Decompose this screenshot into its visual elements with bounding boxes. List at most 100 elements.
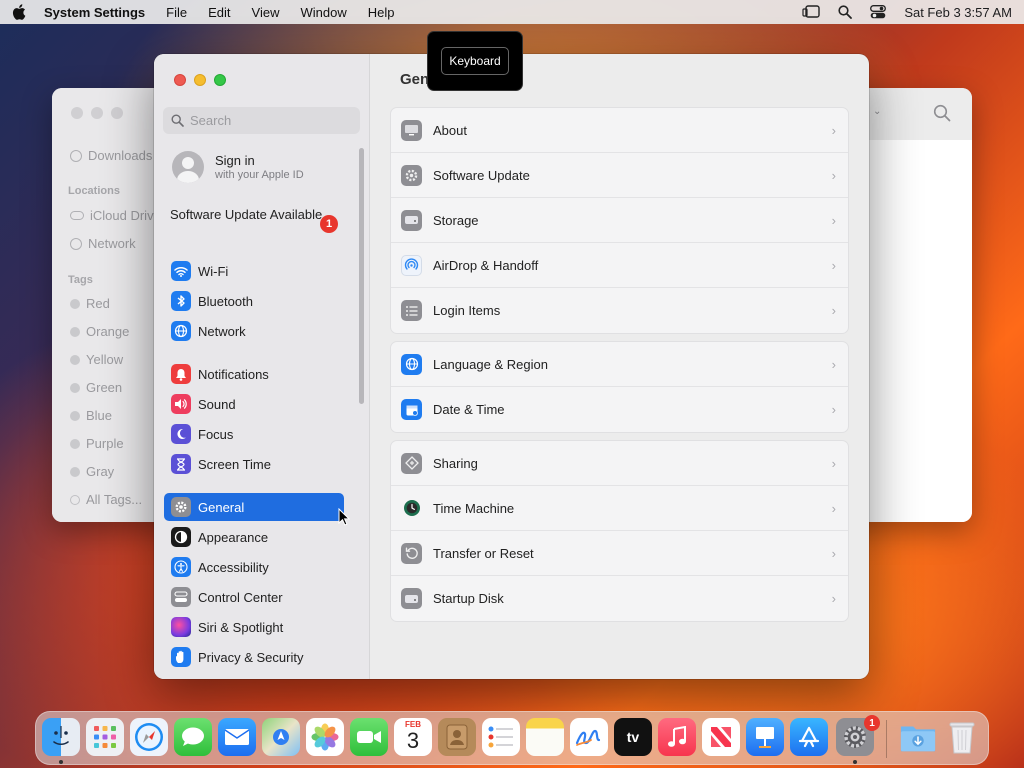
row-storage[interactable]: Storage › xyxy=(391,198,848,243)
trash-icon[interactable] xyxy=(943,718,981,756)
apple-tv-icon[interactable]: tv xyxy=(614,718,652,756)
tag-dot-icon xyxy=(70,438,80,449)
row-label: Sharing xyxy=(433,455,478,471)
mail-icon[interactable] xyxy=(218,718,256,756)
row-sharing[interactable]: Sharing › xyxy=(391,441,848,486)
row-language-region[interactable]: Language & Region › xyxy=(391,342,848,387)
menu-help[interactable]: Help xyxy=(368,5,395,20)
finder-sidebar-icloud[interactable]: iCloud Drive xyxy=(70,208,161,223)
tag-dot-icon xyxy=(70,382,80,393)
signin-subtitle: with your Apple ID xyxy=(215,169,304,181)
finder-tag-blue[interactable]: Blue xyxy=(70,408,112,423)
news-icon[interactable] xyxy=(702,718,740,756)
sidebar-item-privacy-security[interactable]: Privacy & Security xyxy=(164,643,344,671)
general-group-3: Sharing › Time Machine › Transfer or Res… xyxy=(390,440,849,622)
freeform-icon[interactable] xyxy=(570,718,608,756)
spotlight-search-icon[interactable] xyxy=(838,5,853,19)
safari-icon[interactable] xyxy=(130,718,168,756)
maps-icon[interactable] xyxy=(262,718,300,756)
app-store-icon[interactable] xyxy=(790,718,828,756)
row-transfer-reset[interactable]: Transfer or Reset › xyxy=(391,531,848,576)
settings-dock-badge: 1 xyxy=(864,715,880,731)
calendar-icon[interactable]: FEB 3 xyxy=(394,718,432,756)
photos-icon[interactable] xyxy=(306,718,344,756)
contacts-icon[interactable] xyxy=(438,718,476,756)
sidebar-item-sound[interactable]: Sound xyxy=(164,390,344,418)
finder-content xyxy=(869,140,972,522)
apple-logo-icon[interactable] xyxy=(12,4,26,20)
stage-manager-icon[interactable] xyxy=(802,5,821,19)
finder-tag-yellow[interactable]: Yellow xyxy=(70,352,123,367)
chevron-down-icon[interactable]: ⌄ xyxy=(873,106,881,117)
messages-icon[interactable] xyxy=(174,718,212,756)
control-center-icon[interactable] xyxy=(870,5,887,19)
facetime-icon[interactable] xyxy=(350,718,388,756)
apple-id-signin[interactable]: Sign in with your Apple ID xyxy=(172,151,304,183)
sidebar-item-label: Privacy & Security xyxy=(198,649,304,665)
finder-sidebar-downloads[interactable]: Downloads xyxy=(70,148,152,163)
sidebar-item-focus[interactable]: Focus xyxy=(164,420,344,448)
sidebar-item-wifi[interactable]: Wi-Fi xyxy=(164,257,344,285)
finder-close-button[interactable] xyxy=(71,107,83,119)
row-login-items[interactable]: Login Items › xyxy=(391,288,848,333)
tag-dot-icon xyxy=(70,466,80,477)
cloud-icon xyxy=(70,211,84,220)
appearance-icon xyxy=(171,527,191,547)
chevron-right-icon: › xyxy=(831,546,836,561)
finder-sidebar-network[interactable]: Network xyxy=(70,236,136,251)
menu-file[interactable]: File xyxy=(166,5,187,20)
sidebar-item-general[interactable]: General xyxy=(164,493,344,521)
keynote-icon[interactable] xyxy=(746,718,784,756)
close-button[interactable] xyxy=(174,74,186,86)
airdrop-icon xyxy=(401,254,422,276)
notes-icon[interactable] xyxy=(526,718,564,756)
row-airdrop-handoff[interactable]: AirDrop & Handoff › xyxy=(391,243,848,288)
menu-view[interactable]: View xyxy=(252,5,280,20)
row-time-machine[interactable]: Time Machine › xyxy=(391,486,848,531)
finder-icon[interactable] xyxy=(42,718,80,756)
search-icon[interactable] xyxy=(933,104,951,122)
siri-icon xyxy=(171,617,191,637)
sidebar-item-accessibility[interactable]: Accessibility xyxy=(164,553,344,581)
reminders-icon[interactable] xyxy=(482,718,520,756)
finder-tag-orange[interactable]: Orange xyxy=(70,324,129,339)
signin-title: Sign in xyxy=(215,153,255,168)
row-startup-disk[interactable]: Startup Disk › xyxy=(391,576,848,621)
software-update-available[interactable]: Software Update Available xyxy=(170,207,340,223)
downloads-folder-icon[interactable] xyxy=(899,718,937,756)
sidebar-scrollbar[interactable] xyxy=(359,148,364,404)
row-label: Transfer or Reset xyxy=(433,545,534,561)
finder-tag-green[interactable]: Green xyxy=(70,380,122,395)
tooltip-text: Keyboard xyxy=(441,47,509,75)
tag-dot-icon xyxy=(70,326,80,337)
finder-tag-gray[interactable]: Gray xyxy=(70,464,114,479)
row-about[interactable]: About › xyxy=(391,108,848,153)
launchpad-icon[interactable] xyxy=(86,718,124,756)
finder-zoom-button[interactable] xyxy=(111,107,123,119)
finder-minimize-button[interactable] xyxy=(91,107,103,119)
minimize-button[interactable] xyxy=(194,74,206,86)
sidebar-item-control-center[interactable]: Control Center xyxy=(164,583,344,611)
sidebar-item-appearance[interactable]: Appearance xyxy=(164,523,344,551)
menu-edit[interactable]: Edit xyxy=(208,5,230,20)
sidebar-item-label: Notifications xyxy=(198,366,269,382)
sidebar-item-network[interactable]: Network xyxy=(164,317,344,345)
search-field[interactable]: Search xyxy=(163,107,360,134)
row-date-time[interactable]: Date & Time › xyxy=(391,387,848,432)
finder-tag-all[interactable]: All Tags... xyxy=(70,492,142,507)
menu-app-name[interactable]: System Settings xyxy=(44,5,145,20)
menu-window[interactable]: Window xyxy=(300,5,346,20)
zoom-button[interactable] xyxy=(214,74,226,86)
music-icon[interactable] xyxy=(658,718,696,756)
finder-tag-red[interactable]: Red xyxy=(70,296,110,311)
sidebar-item-screen-time[interactable]: Screen Time xyxy=(164,450,344,478)
sidebar-item-notifications[interactable]: Notifications xyxy=(164,360,344,388)
globe-icon xyxy=(401,353,422,375)
row-software-update[interactable]: Software Update › xyxy=(391,153,848,198)
sidebar-item-bluetooth[interactable]: Bluetooth xyxy=(164,287,344,315)
finder-tag-label: Green xyxy=(86,380,123,395)
finder-tag-purple[interactable]: Purple xyxy=(70,436,124,451)
sidebar-item-siri-spotlight[interactable]: Siri & Spotlight xyxy=(164,613,344,641)
menu-clock[interactable]: Sat Feb 3 3:57 AM xyxy=(904,5,1012,20)
settings-sidebar: Search Sign in with your Apple ID Softwa… xyxy=(154,54,370,679)
